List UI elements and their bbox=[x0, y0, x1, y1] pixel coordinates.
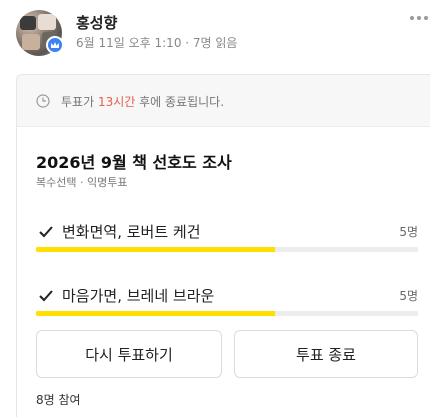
post-meta: 6월 11일 오후 1:10 · 7명 읽음 bbox=[76, 36, 238, 50]
option-label: 변화면역, 로버트 케건 bbox=[62, 223, 201, 241]
option-bar bbox=[36, 311, 418, 316]
poll-title: 2026년 9월 책 선호도 조사 bbox=[36, 153, 232, 172]
remaining-time: 13시간 bbox=[97, 95, 136, 109]
poll-notice: 투표가 13시간 후에 종료됩니다. bbox=[17, 75, 430, 127]
option-label: 마음가면, 브레네 브라운 bbox=[62, 287, 215, 305]
option-count[interactable]: 5명 bbox=[399, 223, 418, 240]
poll-option[interactable]: 변화면역, 로버트 케건 5명 bbox=[36, 221, 418, 257]
poll-subtitle: 복수선택 · 익명투표 bbox=[36, 176, 128, 189]
option-count[interactable]: 5명 bbox=[399, 287, 418, 304]
clock-icon bbox=[36, 94, 50, 108]
option-bar bbox=[36, 247, 418, 252]
post-header: 홍성향 6월 11일 오후 1:10 · 7명 읽음 bbox=[0, 0, 430, 70]
participant-count[interactable]: 8명 참여 bbox=[36, 391, 81, 408]
option-bar-fill bbox=[36, 311, 275, 316]
end-poll-button[interactable]: 투표 종료 bbox=[234, 330, 418, 378]
poll-option[interactable]: 마음가면, 브레네 브라운 5명 bbox=[36, 285, 418, 321]
author-name[interactable]: 홍성향 bbox=[76, 12, 117, 33]
more-dots-icon[interactable] bbox=[410, 14, 430, 24]
notice-text: 투표가 13시간 후에 종료됩니다. bbox=[61, 95, 225, 109]
check-icon bbox=[39, 290, 53, 302]
poll-card: 투표가 13시간 후에 종료됩니다. 2026년 9월 책 선호도 조사 복수선… bbox=[16, 74, 430, 417]
option-bar-fill bbox=[36, 247, 275, 252]
crown-icon bbox=[46, 36, 64, 54]
revote-button[interactable]: 다시 투표하기 bbox=[36, 330, 222, 378]
check-icon bbox=[39, 226, 53, 238]
